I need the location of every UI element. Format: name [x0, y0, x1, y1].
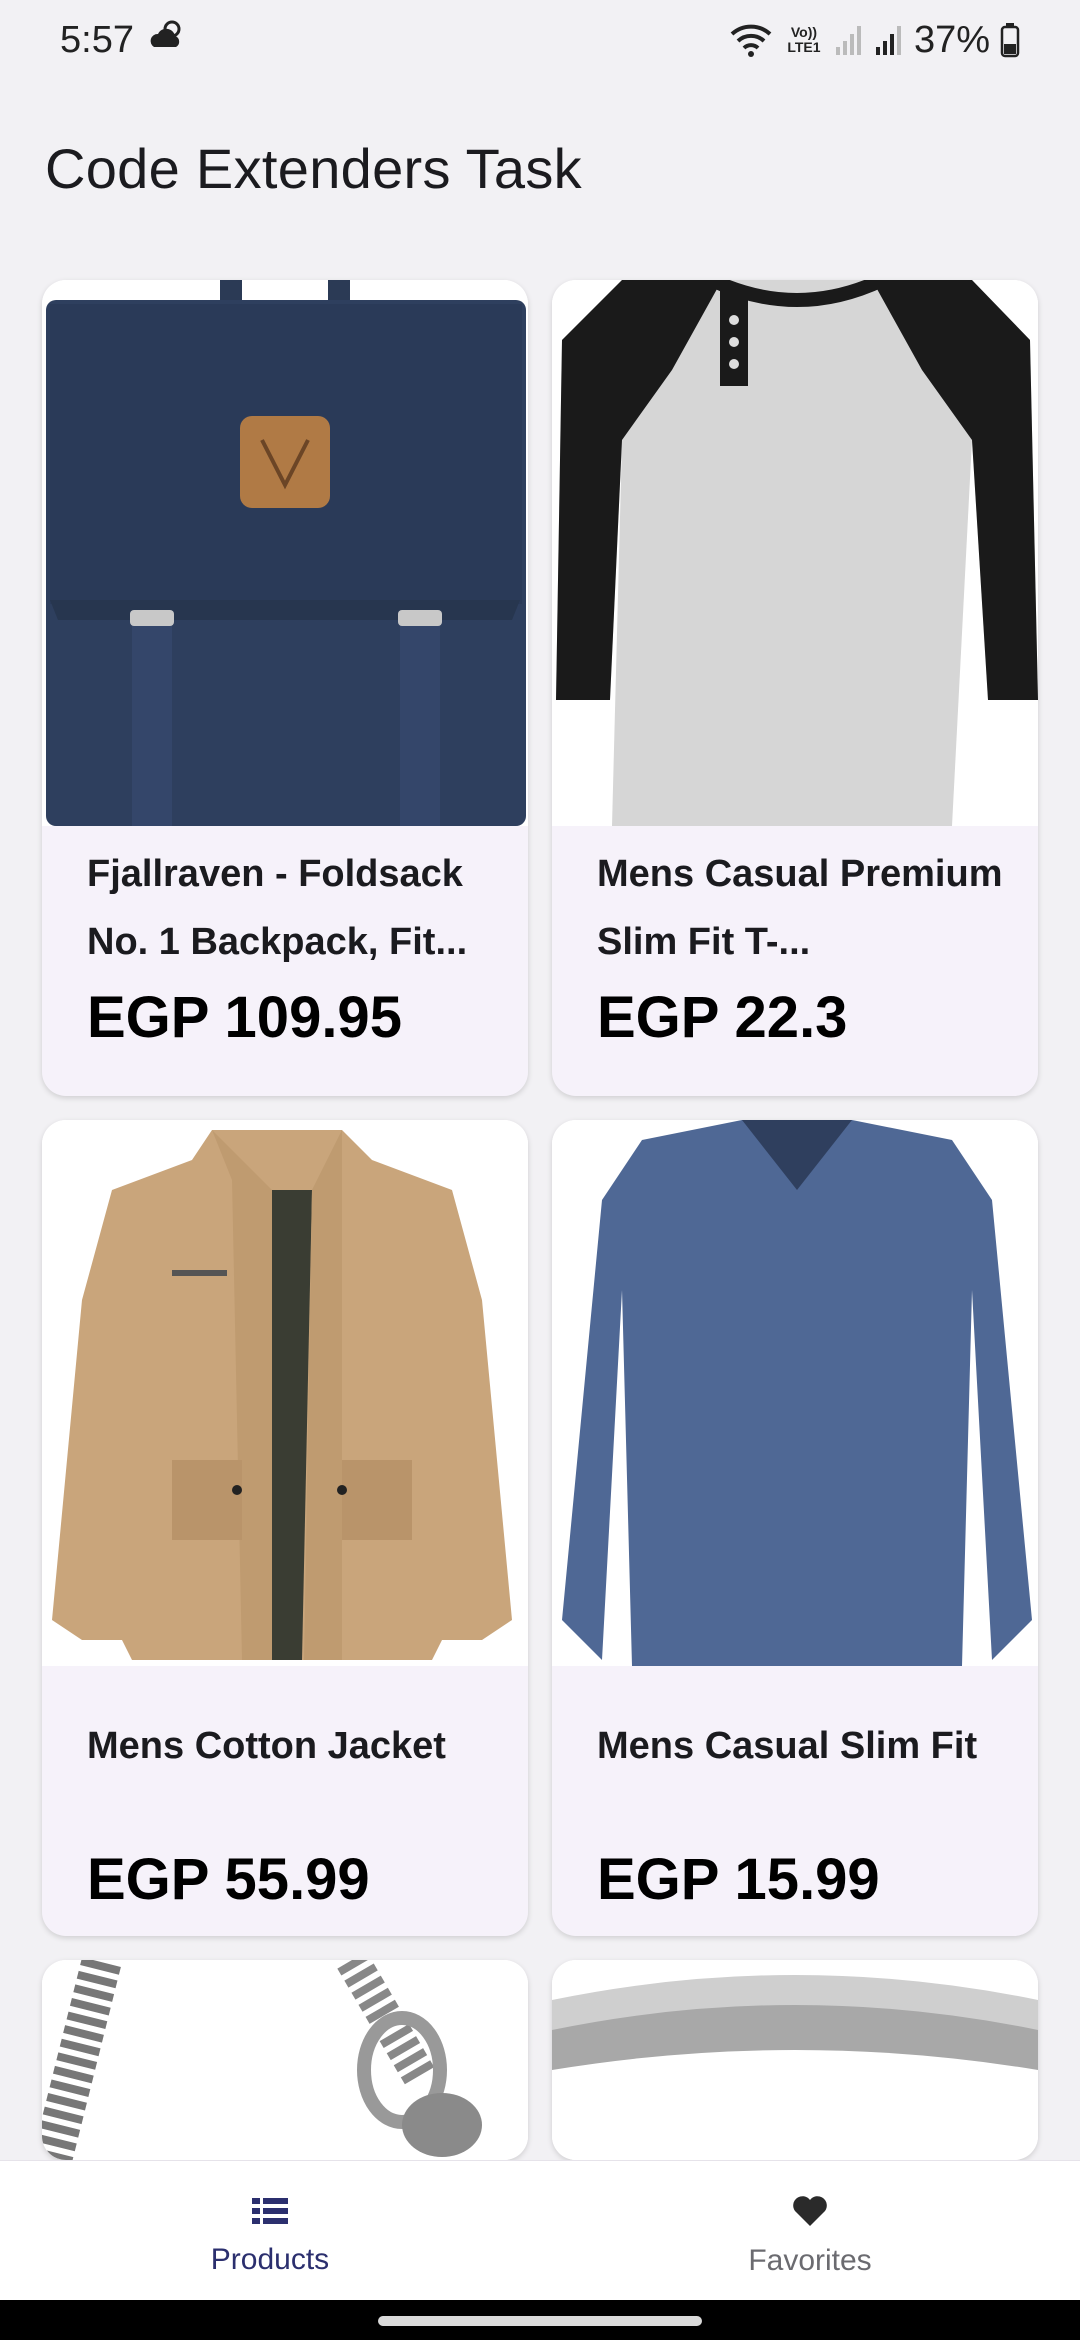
nav-label: Products [210, 2243, 330, 2276]
product-card[interactable]: Mens Casual Premium Slim Fit T-... EGP 2… [552, 280, 1038, 1096]
jacket-image [42, 1120, 528, 1666]
gesture-bar [0, 2300, 1080, 2340]
wifi-icon [728, 22, 774, 58]
list-icon [252, 2196, 288, 2231]
weather-icon [148, 17, 188, 63]
raglan-tshirt-image [552, 280, 1038, 826]
nav-item-favorites[interactable]: Favorites [540, 2161, 1080, 2300]
status-left: 5:57 [60, 17, 188, 63]
product-name: Mens Casual Premium Slim Fit T-... [597, 853, 1003, 963]
signal-icon [834, 23, 864, 57]
product-price: EGP 55.99 [87, 1847, 370, 1912]
status-bar: 5:57 Vo)) LTE1 37% [0, 0, 1080, 80]
silver-ring-image [552, 1960, 1038, 2160]
status-time: 5:57 [60, 18, 134, 61]
heart-icon [792, 2195, 828, 2232]
status-right: Vo)) LTE1 37% [728, 19, 1020, 62]
blue-longsleeve-image [552, 1120, 1038, 1666]
battery-icon [1000, 22, 1020, 58]
backpack-image [42, 280, 528, 826]
home-indicator[interactable] [378, 2316, 702, 2326]
chain-bracelet-image [42, 1960, 528, 2160]
product-name: Mens Cotton Jacket [87, 1725, 446, 1767]
battery-percent: 37% [913, 18, 990, 61]
volte-icon: Vo)) LTE1 [787, 24, 821, 55]
product-card[interactable] [552, 1960, 1038, 2160]
product-card[interactable]: Mens Casual Slim Fit EGP 15.99 [552, 1120, 1038, 1936]
product-price: EGP 15.99 [597, 1847, 880, 1912]
nav-item-products[interactable]: Products [0, 2161, 540, 2300]
product-name: Mens Casual Slim Fit [597, 1725, 978, 1767]
product-card[interactable]: Mens Cotton Jacket EGP 55.99 [42, 1120, 528, 1936]
product-card[interactable] [42, 1960, 528, 2160]
product-name: Fjallraven - Foldsack No. 1 Backpack, Fi… [87, 853, 468, 963]
signal-icon [874, 23, 904, 57]
product-price: EGP 109.95 [87, 985, 402, 1050]
bottom-navigation: Products Favorites [0, 2160, 1080, 2300]
product-grid[interactable]: Fjallraven - Foldsack No. 1 Backpack, Fi… [42, 280, 1038, 2160]
product-price: EGP 22.3 [597, 985, 848, 1050]
page-title: Code Extenders Task [45, 137, 582, 200]
product-card[interactable]: Fjallraven - Foldsack No. 1 Backpack, Fi… [42, 280, 528, 1096]
nav-label: Favorites [748, 2244, 872, 2277]
